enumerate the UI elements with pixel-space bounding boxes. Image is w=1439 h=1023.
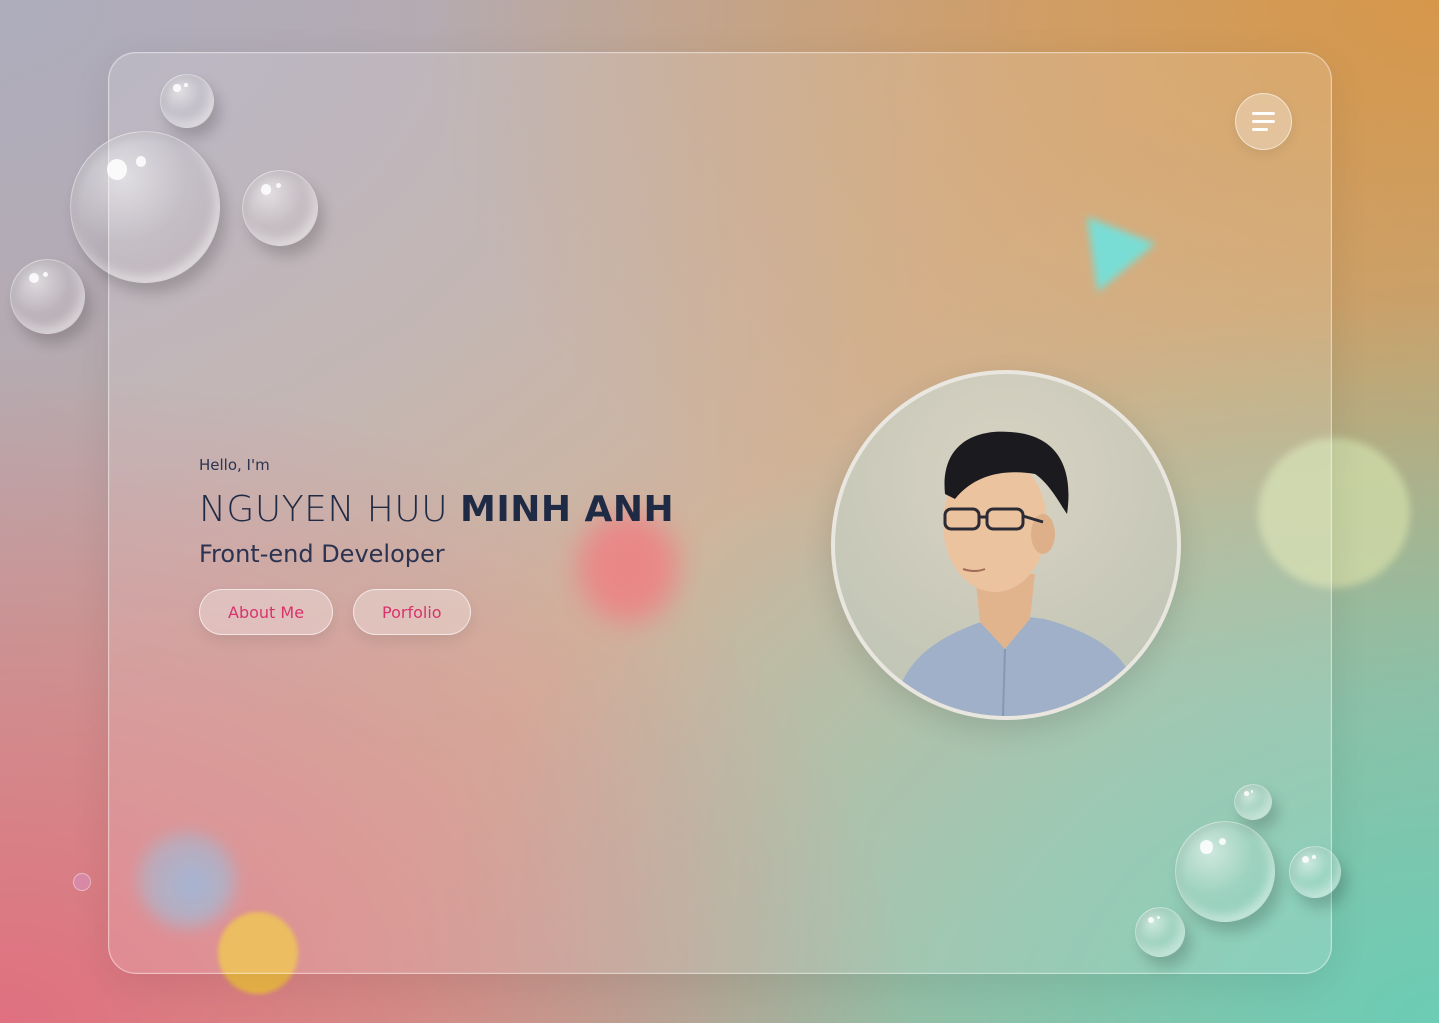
decor-dot-pink — [73, 873, 91, 891]
name-bold: MINH ANH — [460, 489, 675, 530]
job-title: Front-end Developer — [199, 540, 445, 568]
water-drop — [1135, 907, 1185, 957]
menu-button[interactable] — [1235, 93, 1292, 150]
water-drop — [1175, 821, 1275, 922]
water-drop — [70, 131, 220, 283]
hero-buttons: About Me Porfolio — [199, 589, 471, 635]
water-drop — [242, 170, 318, 246]
water-drop — [160, 74, 214, 128]
name-regular: NGUYEN HUU — [199, 489, 449, 530]
greeting-text: Hello, I'm — [199, 456, 270, 474]
water-drop — [10, 259, 85, 334]
profile-photo — [831, 370, 1181, 720]
water-drop — [1289, 846, 1341, 898]
hero-name: NGUYEN HUU MINH ANH — [199, 490, 674, 530]
hero-section: Hello, I'm NGUYEN HUU MINH ANH Front-end… — [199, 456, 674, 635]
person-illustration — [875, 431, 1145, 716]
portfolio-button[interactable]: Porfolio — [353, 589, 471, 635]
about-me-button[interactable]: About Me — [199, 589, 334, 635]
water-drop — [1234, 784, 1272, 820]
